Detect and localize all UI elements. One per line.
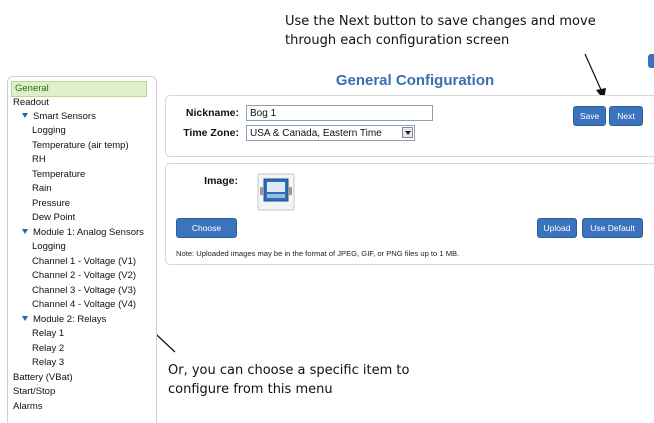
- sidebar-item-smart-logging[interactable]: Logging: [32, 124, 66, 138]
- sidebar-item-module1[interactable]: Module 1: Analog Sensors: [22, 226, 144, 240]
- timezone-label: Time Zone:: [183, 127, 239, 139]
- expand-triangle-icon[interactable]: [22, 316, 28, 321]
- sidebar-item-rain[interactable]: Rain: [32, 182, 52, 196]
- expand-triangle-icon[interactable]: [22, 229, 28, 234]
- timezone-value: USA & Canada, Eastern Time: [250, 128, 382, 139]
- help-tab-icon[interactable]: [648, 54, 654, 68]
- image-label: Image:: [204, 175, 238, 187]
- sidebar-item-temperature[interactable]: Temperature: [32, 168, 85, 182]
- sidebar-item-relay2[interactable]: Relay 2: [32, 342, 64, 356]
- sidebar-item-channel1[interactable]: Channel 1 - Voltage (V1): [32, 255, 136, 269]
- sidebar-item-relay3[interactable]: Relay 3: [32, 356, 64, 370]
- sidebar-item-start-stop[interactable]: Start/Stop: [13, 385, 55, 399]
- sidebar-item-readout[interactable]: Readout: [13, 96, 49, 110]
- sidebar-item-relay1[interactable]: Relay 1: [32, 327, 64, 341]
- sidebar-item-rh[interactable]: RH: [32, 153, 46, 167]
- general-settings-panel: Nickname: Bog 1 Time Zone: USA & Canada,…: [165, 95, 654, 157]
- sidebar-item-alarms[interactable]: Alarms: [13, 400, 43, 414]
- sidebar-item-channel3[interactable]: Channel 3 - Voltage (V3): [32, 284, 136, 298]
- config-menu-sidebar: General Readout Smart Sensors Logging Te…: [7, 76, 157, 423]
- sidebar-item-temperature-air[interactable]: Temperature (air temp): [32, 139, 129, 153]
- use-default-button[interactable]: Use Default: [582, 218, 643, 238]
- next-button[interactable]: Next: [609, 106, 643, 126]
- arrow-to-next-icon: [584, 53, 606, 100]
- sidebar-item-smart-sensors[interactable]: Smart Sensors: [22, 110, 96, 124]
- sidebar-item-module1-logging[interactable]: Logging: [32, 240, 66, 254]
- sidebar-item-battery[interactable]: Battery (VBat): [13, 371, 73, 385]
- page-title: General Configuration: [335, 72, 495, 89]
- upload-button[interactable]: Upload: [537, 218, 577, 238]
- device-image-icon: [257, 173, 295, 211]
- expand-triangle-icon[interactable]: [22, 113, 28, 118]
- save-button[interactable]: Save: [573, 106, 606, 126]
- sidebar-item-channel4[interactable]: Channel 4 - Voltage (V4): [32, 298, 136, 312]
- upload-note: Note: Uploaded images may be in the form…: [176, 249, 460, 258]
- sidebar-item-channel2[interactable]: Channel 2 - Voltage (V2): [32, 269, 136, 283]
- chevron-down-icon[interactable]: [402, 127, 413, 138]
- image-settings-panel: Image: Choose Upload Use Default Note: U…: [165, 163, 654, 265]
- sidebar-item-general[interactable]: General: [11, 81, 147, 97]
- choose-button[interactable]: Choose: [176, 218, 237, 238]
- sidebar-item-dew-point[interactable]: Dew Point: [32, 211, 75, 225]
- nickname-label: Nickname:: [185, 107, 239, 119]
- sidebar-item-pressure[interactable]: Pressure: [32, 197, 70, 211]
- nickname-input[interactable]: Bog 1: [246, 105, 433, 121]
- sidebar-item-module2[interactable]: Module 2: Relays: [22, 313, 106, 327]
- timezone-select[interactable]: USA & Canada, Eastern Time: [246, 125, 415, 141]
